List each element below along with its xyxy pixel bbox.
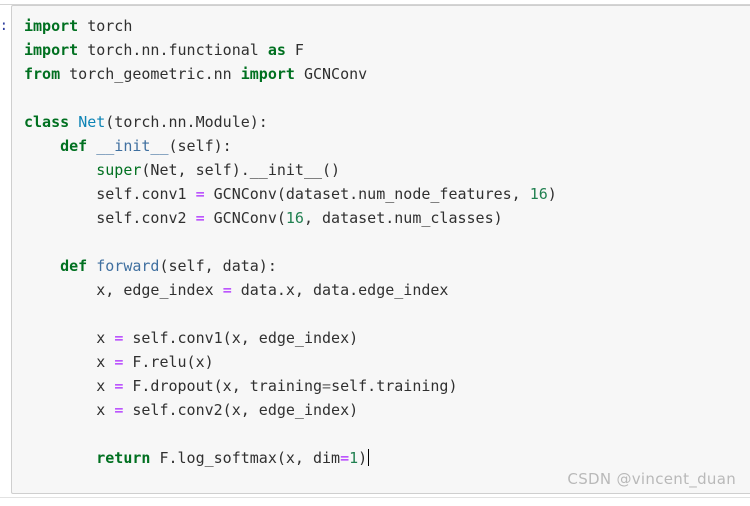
notebook-bottom-divider <box>0 497 750 498</box>
code-line: self.conv2 = GCNConv(16, dataset.num_cla… <box>24 206 750 230</box>
code-token-kw: import <box>24 17 79 35</box>
code-line: return F.log_softmax(x, dim=1) <box>24 446 750 470</box>
code-token-kw: return <box>96 449 151 467</box>
code-token-kw: from <box>24 65 61 83</box>
code-token-nc: Net <box>78 113 106 131</box>
code-token-opk: = <box>322 377 332 395</box>
code-token-nb: super <box>96 161 142 179</box>
code-token-pl: self.conv2 <box>96 209 196 227</box>
code-token-op: = <box>114 377 124 395</box>
code-line: def forward(self, data): <box>24 254 750 278</box>
code-cell[interactable]: import torch import torch.nn.functional a… <box>11 5 750 494</box>
code-token-mi: 16 <box>529 185 548 203</box>
cell-input-prompt: : <box>0 18 8 34</box>
code-editor-area[interactable]: import torch import torch.nn.functional a… <box>24 14 750 470</box>
code-token-op: = <box>222 281 232 299</box>
code-token-pl: self.conv1(x, edge_index) <box>123 329 359 347</box>
code-token-kw: class <box>24 113 70 131</box>
code-token-pl: torch_geometric.nn <box>60 65 241 83</box>
code-token-pl: ) <box>358 449 368 467</box>
text-caret <box>368 449 370 466</box>
code-token-pl: torch <box>78 17 133 35</box>
code-token-pl: data.x, data.edge_index <box>231 281 449 299</box>
code-line: import torch <box>24 14 750 38</box>
code-token-pl: (self, data): <box>159 257 277 275</box>
code-token-pl: F.dropout(x, training <box>123 377 323 395</box>
code-token-pl: , dataset.num_classes) <box>303 209 503 227</box>
code-token-pl: torch.nn.functional <box>78 41 268 59</box>
code-line: x, edge_index = data.x, data.edge_index <box>24 278 750 302</box>
code-token-op: = <box>114 401 124 419</box>
code-token-kw: import <box>24 41 79 59</box>
code-token-op: = <box>114 353 124 371</box>
code-token-pl: x <box>96 329 115 347</box>
code-token-pl: (torch.nn.Module): <box>105 113 268 131</box>
code-token-pl: GCNConv(dataset.num_node_features, <box>204 185 530 203</box>
code-token-op: = <box>195 209 205 227</box>
code-token-kw: import <box>240 65 295 83</box>
code-line: super(Net, self).__init__() <box>24 158 750 182</box>
code-token-pl: F.log_softmax(x, dim <box>150 449 341 467</box>
code-token-pl: self.conv2(x, edge_index) <box>123 401 359 419</box>
code-token-op: = <box>195 185 205 203</box>
code-token-pl: GCNConv( <box>204 209 286 227</box>
code-token-op: = <box>340 449 350 467</box>
code-token-pl: ) <box>547 185 557 203</box>
code-line: self.conv1 = GCNConv(dataset.num_node_fe… <box>24 182 750 206</box>
code-token-kw: def <box>60 137 88 155</box>
code-token-pl: x, edge_index <box>96 281 223 299</box>
code-token-pl: GCNConv <box>294 65 368 83</box>
code-token-pl: self.conv1 <box>96 185 196 203</box>
notebook-page: : import torch import torch.nn.functional… <box>0 0 750 506</box>
code-token-pl: x <box>96 377 115 395</box>
code-token-kw: def <box>60 257 88 275</box>
code-line: x = F.dropout(x, training=self.training) <box>24 374 750 398</box>
code-line: from torch_geometric.nn import GCNConv <box>24 62 750 86</box>
code-token-pl: x <box>96 401 115 419</box>
code-token-pl: x <box>96 353 115 371</box>
code-token-pl: (Net, self).__init__() <box>141 161 341 179</box>
code-line: x = self.conv2(x, edge_index) <box>24 398 750 422</box>
code-line: def __init__(self): <box>24 134 750 158</box>
code-token-pl: F.relu(x) <box>123 353 214 371</box>
csdn-watermark: CSDN @vincent_duan <box>567 470 736 488</box>
code-line: x = F.relu(x) <box>24 350 750 374</box>
code-token-kw: as <box>267 41 286 59</box>
code-line: import torch.nn.functional as F <box>24 38 750 62</box>
code-token-nf: forward <box>96 257 160 275</box>
code-token-pl: F <box>285 41 304 59</box>
code-token-mi: 1 <box>349 449 359 467</box>
code-token-pl: self.training) <box>331 377 458 395</box>
code-token-pl: (self): <box>168 137 232 155</box>
code-token-mi: 16 <box>285 209 304 227</box>
code-line: class Net(torch.nn.Module): <box>24 110 750 134</box>
code-token-op: = <box>114 329 124 347</box>
code-line: x = self.conv1(x, edge_index) <box>24 326 750 350</box>
code-token-nf: __init__ <box>96 137 169 155</box>
